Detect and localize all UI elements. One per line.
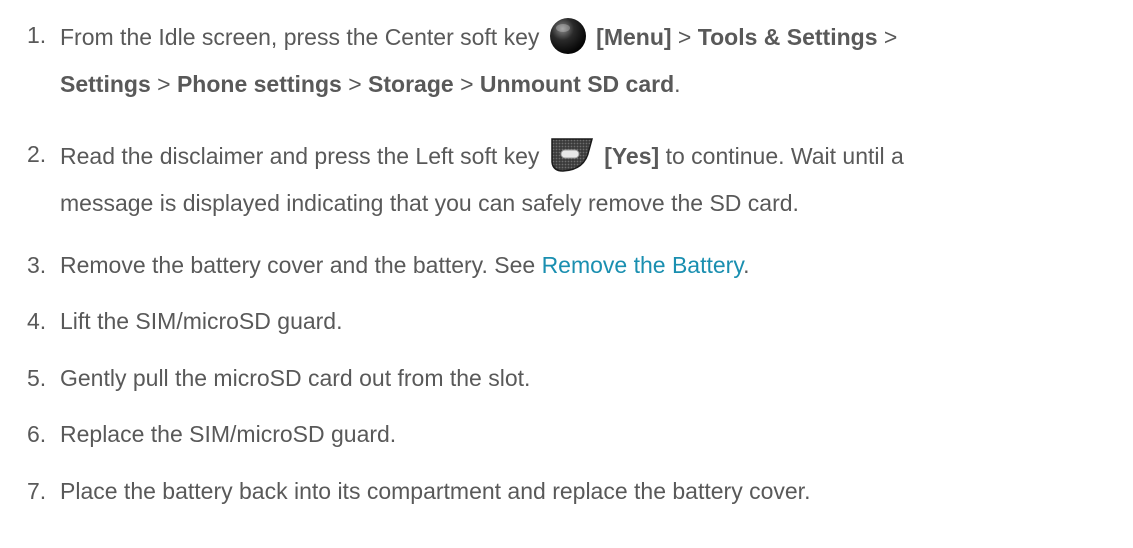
center-soft-key-icon (549, 17, 587, 66)
step-line: From the Idle screen, press the Center s… (60, 17, 1120, 66)
step-text: Replace the SIM/microSD guard. (60, 421, 397, 447)
step-line: Read the disclaimer and press the Left s… (60, 136, 1120, 185)
path-separator: > (883, 24, 898, 50)
step-number: 7. (27, 478, 47, 504)
punctuation: . (674, 71, 681, 97)
step-body: Gently pull the microSD card out from th… (60, 360, 1120, 397)
step-line: message is displayed indicating that you… (60, 190, 799, 216)
path-separator: > (157, 71, 171, 97)
path-item: Unmount SD card (479, 71, 675, 97)
path-separator: > (677, 24, 692, 50)
step-line: Remove the battery cover and the battery… (60, 247, 1120, 284)
step-body: Read the disclaimer and press the Left s… (60, 136, 1120, 222)
menu-key-label: [Menu] (596, 24, 672, 50)
path-item: Storage (368, 71, 454, 97)
step-body: Replace the SIM/microSD guard. (60, 416, 1120, 453)
step-number: 4. (27, 308, 47, 334)
step-text: Read the disclaimer and press the Left s… (60, 143, 540, 169)
step-body: Remove the battery cover and the battery… (60, 247, 1120, 284)
punctuation: . (743, 252, 750, 278)
step-text: Place the battery back into its compartm… (60, 478, 811, 504)
step-text: Lift the SIM/microSD guard. (60, 308, 343, 334)
step-text: Gently pull the microSD card out from th… (60, 365, 531, 391)
step-text: to continue. Wait until a (665, 143, 904, 169)
step-number: 1. (27, 22, 47, 48)
remove-battery-link[interactable]: Remove the Battery (542, 252, 744, 278)
path-item: Tools & Settings (697, 24, 878, 50)
step-number: 2. (27, 141, 47, 167)
path-separator: > (460, 71, 474, 97)
step-body: Place the battery back into its compartm… (60, 473, 1120, 510)
path-item: Settings (60, 71, 151, 97)
step-number: 3. (27, 252, 47, 278)
path-item: Phone settings (176, 71, 342, 97)
yes-key-label: [Yes] (604, 143, 660, 169)
step-text: From the Idle screen, press the Center s… (60, 24, 540, 50)
step-text: Remove the battery cover and the battery… (60, 252, 542, 278)
step-number: 6. (27, 421, 47, 447)
left-soft-key-icon (549, 136, 595, 185)
path-separator: > (348, 71, 362, 97)
step-body: Lift the SIM/microSD guard. (60, 303, 1120, 340)
step-body: From the Idle screen, press the Center s… (60, 17, 1120, 103)
step-line: Settings > Phone settings > Storage > Un… (60, 66, 1120, 103)
step-number: 5. (27, 365, 47, 391)
